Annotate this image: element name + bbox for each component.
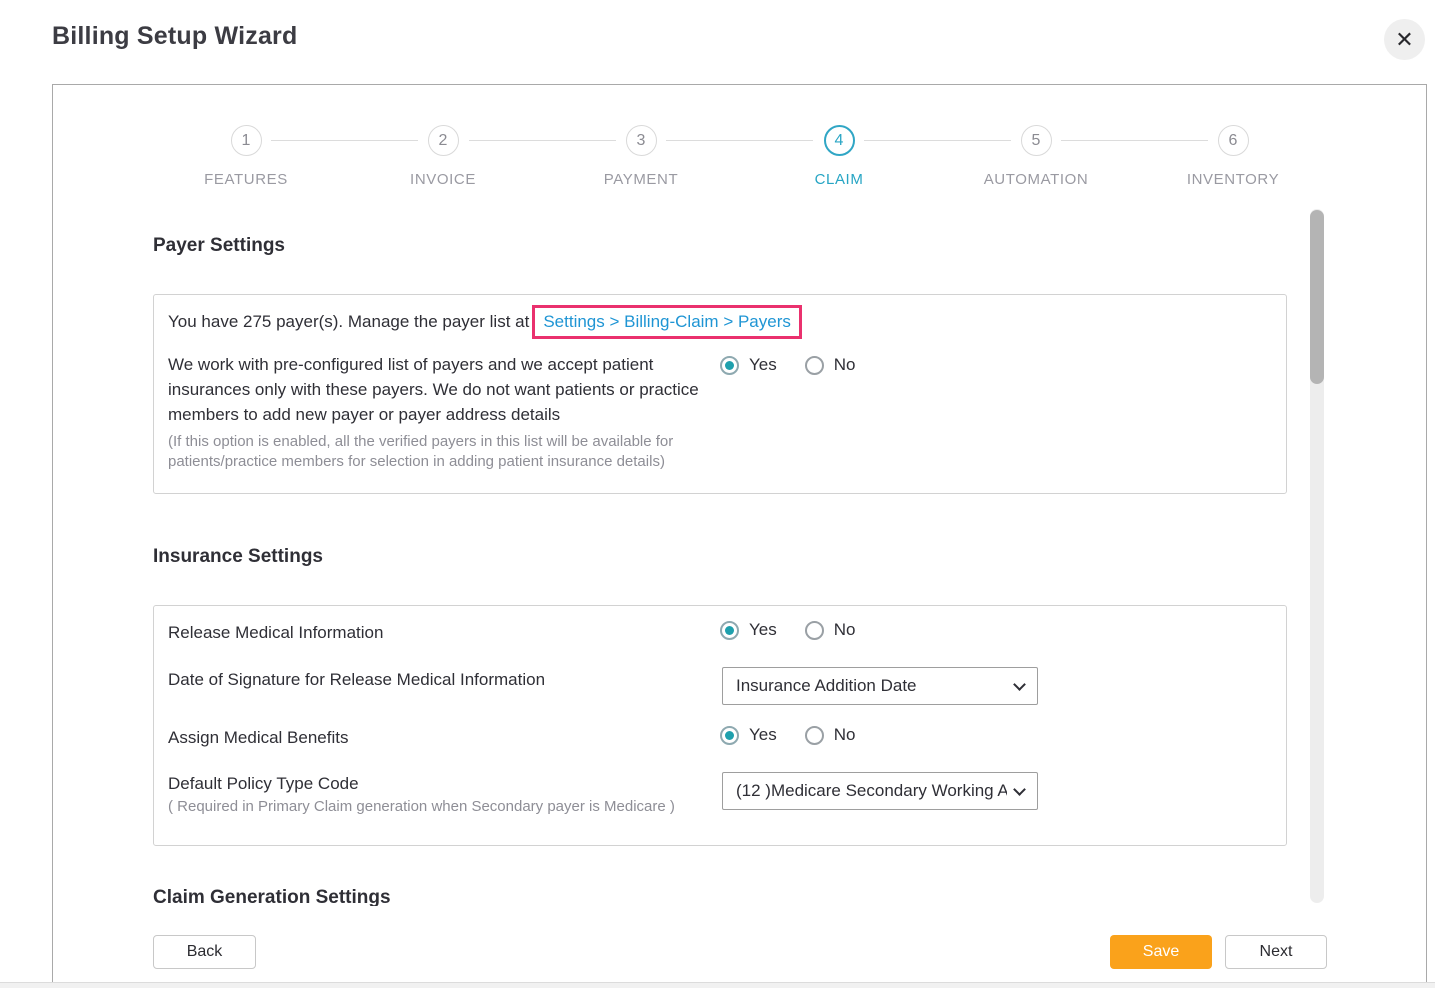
radio-no-label[interactable]: No xyxy=(834,725,856,745)
payer-link-highlight: Settings > Billing-Claim > Payers xyxy=(532,305,802,339)
step-number-circle: 2 xyxy=(428,125,459,156)
stepper-step-automation[interactable]: 5 AUTOMATION xyxy=(961,125,1111,188)
preconfigured-payers-question: We work with pre-configured list of paye… xyxy=(168,352,720,427)
payer-count-row: You have 275 payer(s). Manage the payer … xyxy=(168,305,802,339)
payer-count-text: You have 275 payer(s). Manage the payer … xyxy=(168,312,529,332)
radio-yes[interactable] xyxy=(720,726,739,745)
step-number-circle: 1 xyxy=(231,125,262,156)
radio-no-label[interactable]: No xyxy=(834,620,856,640)
radio-no-label[interactable]: No xyxy=(834,355,856,375)
stepper-connector xyxy=(469,140,616,141)
page-bottom-strip xyxy=(0,982,1435,988)
vertical-scrollbar[interactable] xyxy=(1310,209,1324,903)
radio-dot xyxy=(725,626,734,635)
assign-benefits-label: Assign Medical Benefits xyxy=(168,728,348,748)
signature-date-label: Date of Signature for Release Medical In… xyxy=(168,670,545,690)
preconfigured-payers-note: (If this option is enabled, all the veri… xyxy=(168,432,724,472)
stepper-connector xyxy=(1061,140,1208,141)
signature-date-select[interactable]: Insurance Addition Date xyxy=(722,667,1038,705)
stepper-step-inventory[interactable]: 6 INVENTORY xyxy=(1158,125,1308,188)
assign-benefits-radio-group: Yes No xyxy=(720,725,855,745)
stepper-step-invoice[interactable]: 2 INVOICE xyxy=(368,125,518,188)
step-number-circle: 4 xyxy=(824,125,855,156)
stepper-connector xyxy=(864,140,1011,141)
radio-yes[interactable] xyxy=(720,356,739,375)
radio-yes-label[interactable]: Yes xyxy=(749,725,777,745)
next-button[interactable]: Next xyxy=(1225,935,1327,969)
step-label: INVOICE xyxy=(368,171,518,188)
chevron-down-icon xyxy=(1013,783,1026,796)
wizard-footer: Back Save Next xyxy=(54,906,1426,988)
stepper-connector xyxy=(271,140,418,141)
radio-dot xyxy=(725,731,734,740)
policy-type-label: Default Policy Type Code xyxy=(168,774,359,794)
page-title: Billing Setup Wizard xyxy=(52,22,297,51)
step-label: AUTOMATION xyxy=(961,171,1111,188)
radio-no[interactable] xyxy=(805,356,824,375)
back-button[interactable]: Back xyxy=(153,935,256,969)
scrollbar-thumb[interactable] xyxy=(1310,210,1324,384)
step-number-circle: 3 xyxy=(626,125,657,156)
stepper-connector xyxy=(666,140,813,141)
stepper-step-payment[interactable]: 3 PAYMENT xyxy=(566,125,716,188)
step-number-circle: 5 xyxy=(1021,125,1052,156)
signature-date-value: Insurance Addition Date xyxy=(736,676,1007,696)
policy-type-select[interactable]: (12 )Medicare Secondary Working A xyxy=(722,772,1038,810)
close-icon: ✕ xyxy=(1395,29,1413,51)
insurance-settings-heading: Insurance Settings xyxy=(153,546,323,568)
radio-yes-label[interactable]: Yes xyxy=(749,620,777,640)
insurance-settings-panel: Release Medical Information Yes No Date … xyxy=(153,605,1287,846)
radio-dot xyxy=(725,361,734,370)
release-medical-radio-group: Yes No xyxy=(720,620,855,640)
payer-settings-heading: Payer Settings xyxy=(153,235,285,257)
wizard-panel: 1 FEATURES 2 INVOICE 3 PAYMENT 4 CLAIM 5… xyxy=(52,84,1427,988)
preconfigured-payers-radio-group: Yes No xyxy=(720,355,855,375)
step-label: FEATURES xyxy=(171,171,321,188)
release-medical-label: Release Medical Information xyxy=(168,623,383,643)
step-number-circle: 6 xyxy=(1218,125,1249,156)
step-label: INVENTORY xyxy=(1158,171,1308,188)
radio-no[interactable] xyxy=(805,726,824,745)
radio-no[interactable] xyxy=(805,621,824,640)
close-button[interactable]: ✕ xyxy=(1384,19,1425,60)
policy-type-note: ( Required in Primary Claim generation w… xyxy=(168,798,675,815)
step-label: PAYMENT xyxy=(566,171,716,188)
stepper-step-claim[interactable]: 4 CLAIM xyxy=(764,125,914,188)
policy-type-value: (12 )Medicare Secondary Working A xyxy=(736,781,1007,801)
chevron-down-icon xyxy=(1013,678,1026,691)
save-button[interactable]: Save xyxy=(1110,935,1212,969)
billing-setup-wizard: Billing Setup Wizard ✕ 1 FEATURES 2 INVO… xyxy=(0,0,1435,988)
radio-yes[interactable] xyxy=(720,621,739,640)
manage-payers-link[interactable]: Settings > Billing-Claim > Payers xyxy=(543,312,791,331)
payer-settings-panel: You have 275 payer(s). Manage the payer … xyxy=(153,294,1287,494)
radio-yes-label[interactable]: Yes xyxy=(749,355,777,375)
step-label: CLAIM xyxy=(764,171,914,188)
stepper-step-features[interactable]: 1 FEATURES xyxy=(171,125,321,188)
